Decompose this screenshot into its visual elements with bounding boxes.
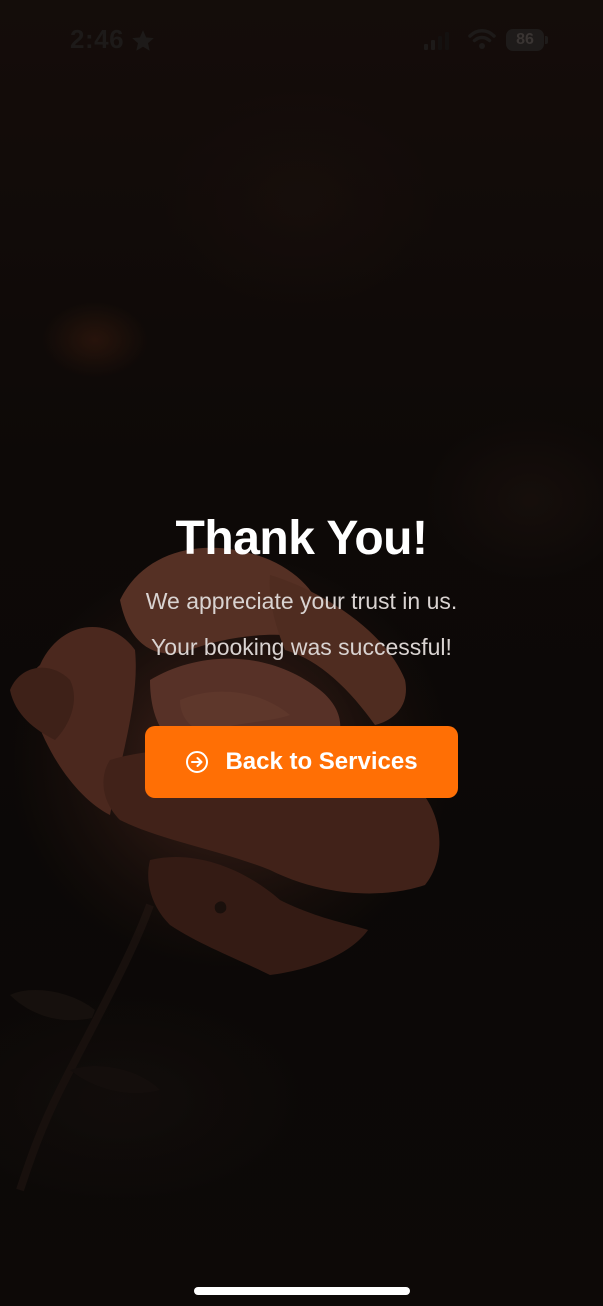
signal-icon	[424, 32, 449, 50]
back-to-services-label: Back to Services	[225, 748, 418, 775]
circle-arrow-right-icon	[186, 751, 209, 773]
booking-success-message: Your booking was successful!	[151, 634, 452, 660]
appreciation-message: We appreciate your trust in us.	[145, 588, 458, 614]
status-time: 2:46	[70, 24, 125, 54]
battery-tip	[545, 36, 548, 44]
booking-confirmation-screen: 2:46 86 Thank You! We appreciate your tr…	[0, 0, 603, 1306]
back-to-services-button[interactable]: Back to Services	[145, 726, 458, 798]
status-bar: 2:46 86	[0, 0, 603, 82]
thank-you-title: Thank You!	[175, 512, 428, 565]
battery-icon: 86	[506, 29, 544, 51]
wifi-icon	[468, 29, 496, 49]
star-icon	[132, 30, 154, 51]
confirmation-content: Thank You! We appreciate your trust in u…	[0, 500, 603, 670]
battery-level: 86	[516, 31, 534, 48]
home-indicator[interactable]	[194, 1287, 410, 1295]
